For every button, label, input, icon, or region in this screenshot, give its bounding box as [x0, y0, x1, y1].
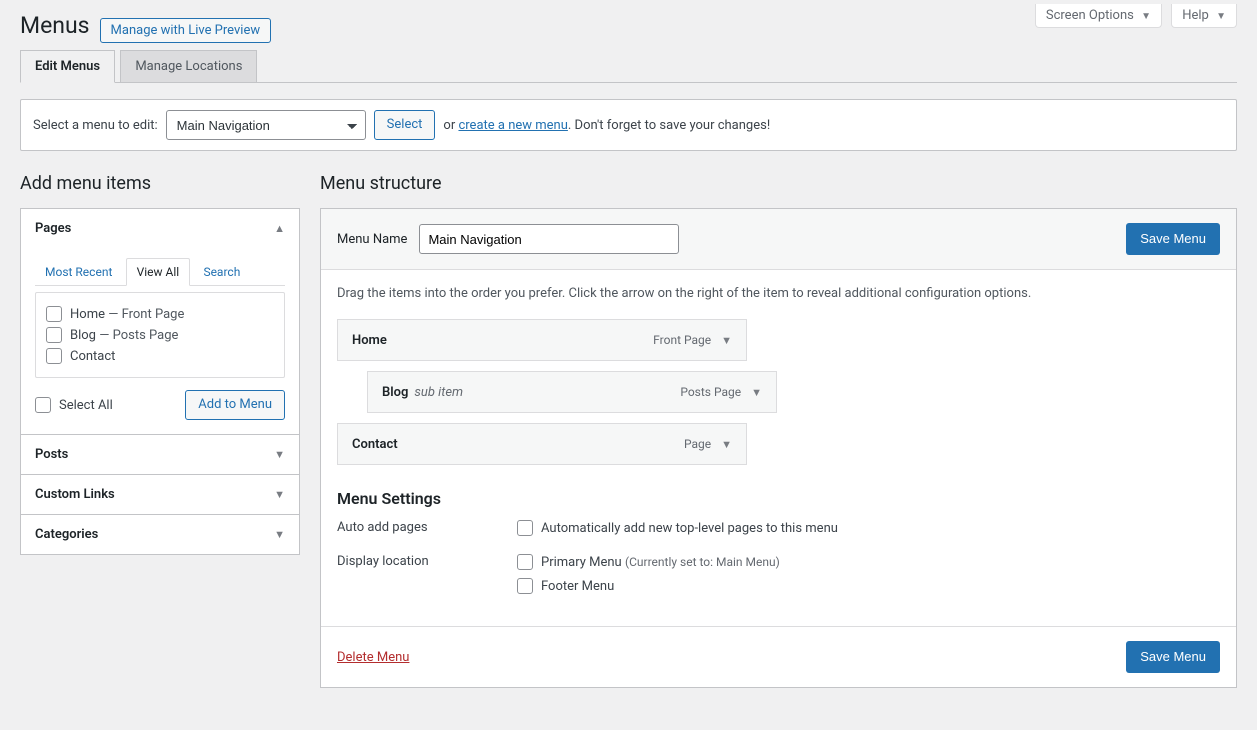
save-menu-button-bottom[interactable]: Save Menu [1126, 641, 1220, 673]
tab-manage-locations[interactable]: Manage Locations [120, 50, 257, 82]
screen-options-button[interactable]: Screen Options ▼ [1035, 4, 1162, 28]
select-all-row[interactable]: Select All [35, 397, 113, 413]
pages-list-item[interactable]: Contact [46, 348, 274, 364]
accordion-categories: Categories ▼ [21, 514, 299, 554]
save-menu-button-top[interactable]: Save Menu [1126, 223, 1220, 255]
triangle-down-icon: ▼ [274, 488, 285, 501]
select-or-text: or [443, 118, 455, 133]
triangle-down-icon[interactable]: ▼ [751, 386, 762, 399]
pages-inner-tabs: Most Recent View All Search [35, 258, 285, 286]
triangle-down-icon[interactable]: ▼ [721, 438, 732, 451]
page-title: Menus [20, 12, 90, 39]
location-primary-row[interactable]: Primary Menu (Currently set to: Main Men… [517, 554, 780, 570]
menu-settings-heading: Menu Settings [337, 489, 1220, 508]
menu-select-dropdown[interactable]: Main Navigation [166, 110, 366, 140]
location-footer-row[interactable]: Footer Menu [517, 578, 780, 594]
accordion-posts-header[interactable]: Posts ▼ [21, 435, 299, 474]
pages-list-item[interactable]: Home — Front Page [46, 306, 274, 322]
accordion-pages: Pages ▲ Most Recent View All Search H [21, 209, 299, 434]
menu-structure-heading: Menu structure [320, 173, 1237, 194]
create-new-menu-link[interactable]: create a new menu [458, 118, 567, 133]
menu-name-input[interactable] [419, 224, 679, 254]
triangle-down-icon: ▼ [1216, 11, 1226, 22]
menu-structure-hint: Drag the items into the order you prefer… [337, 286, 1220, 301]
help-button[interactable]: Help ▼ [1171, 4, 1237, 28]
live-preview-button[interactable]: Manage with Live Preview [100, 18, 272, 43]
triangle-down-icon: ▼ [274, 448, 285, 461]
delete-menu-link[interactable]: Delete Menu [337, 650, 409, 665]
menu-item[interactable]: Home Front Page ▼ [337, 319, 747, 361]
checkbox[interactable] [35, 397, 51, 413]
display-location-label: Display location [337, 552, 517, 569]
checkbox[interactable] [46, 348, 62, 364]
triangle-down-icon[interactable]: ▼ [721, 334, 732, 347]
auto-add-checkbox-row[interactable]: Automatically add new top-level pages to… [517, 520, 838, 536]
checkbox[interactable] [517, 578, 533, 594]
menu-item[interactable]: Contact Page ▼ [337, 423, 747, 465]
pages-tab-most-recent[interactable]: Most Recent [35, 259, 122, 285]
menu-frame: Menu Name Save Menu Drag the items into … [320, 208, 1237, 688]
nav-tabs: Edit Menus Manage Locations [20, 49, 1237, 83]
screen-options-label: Screen Options [1046, 8, 1134, 23]
menu-item[interactable]: Blogsub item Posts Page ▼ [367, 371, 777, 413]
pages-tab-view-all[interactable]: View All [126, 258, 191, 286]
menu-name-label: Menu Name [337, 232, 407, 247]
add-menu-items-heading: Add menu items [20, 173, 300, 194]
checkbox[interactable] [46, 327, 62, 343]
add-to-menu-button[interactable]: Add to Menu [185, 390, 285, 420]
accordion-custom-links-header[interactable]: Custom Links ▼ [21, 475, 299, 514]
add-items-accordion: Pages ▲ Most Recent View All Search H [20, 208, 300, 555]
pages-list-item[interactable]: Blog — Posts Page [46, 327, 274, 343]
checkbox[interactable] [46, 306, 62, 322]
triangle-down-icon: ▼ [1141, 11, 1151, 22]
accordion-posts: Posts ▼ [21, 434, 299, 474]
checkbox[interactable] [517, 554, 533, 570]
select-menu-label: Select a menu to edit: [33, 118, 158, 133]
menu-settings: Menu Settings Auto add pages Automatical… [337, 489, 1220, 602]
accordion-custom-links: Custom Links ▼ [21, 474, 299, 514]
tab-edit-menus[interactable]: Edit Menus [20, 50, 115, 83]
accordion-categories-header[interactable]: Categories ▼ [21, 515, 299, 554]
menu-items-list: Home Front Page ▼ Blogsub item Posts Pag… [337, 319, 1220, 465]
help-label: Help [1182, 8, 1209, 23]
pages-tab-search[interactable]: Search [193, 259, 250, 285]
pages-list: Home — Front Page Blog — Posts Page Cont… [35, 292, 285, 378]
accordion-pages-header[interactable]: Pages ▲ [21, 209, 299, 248]
menu-select-panel: Select a menu to edit: Main Navigation S… [20, 99, 1237, 151]
triangle-down-icon: ▼ [274, 528, 285, 541]
auto-add-label: Auto add pages [337, 518, 517, 535]
checkbox[interactable] [517, 520, 533, 536]
triangle-up-icon: ▲ [274, 222, 285, 235]
select-button[interactable]: Select [374, 110, 436, 140]
select-tail-text: . Don't forget to save your changes! [568, 118, 770, 133]
